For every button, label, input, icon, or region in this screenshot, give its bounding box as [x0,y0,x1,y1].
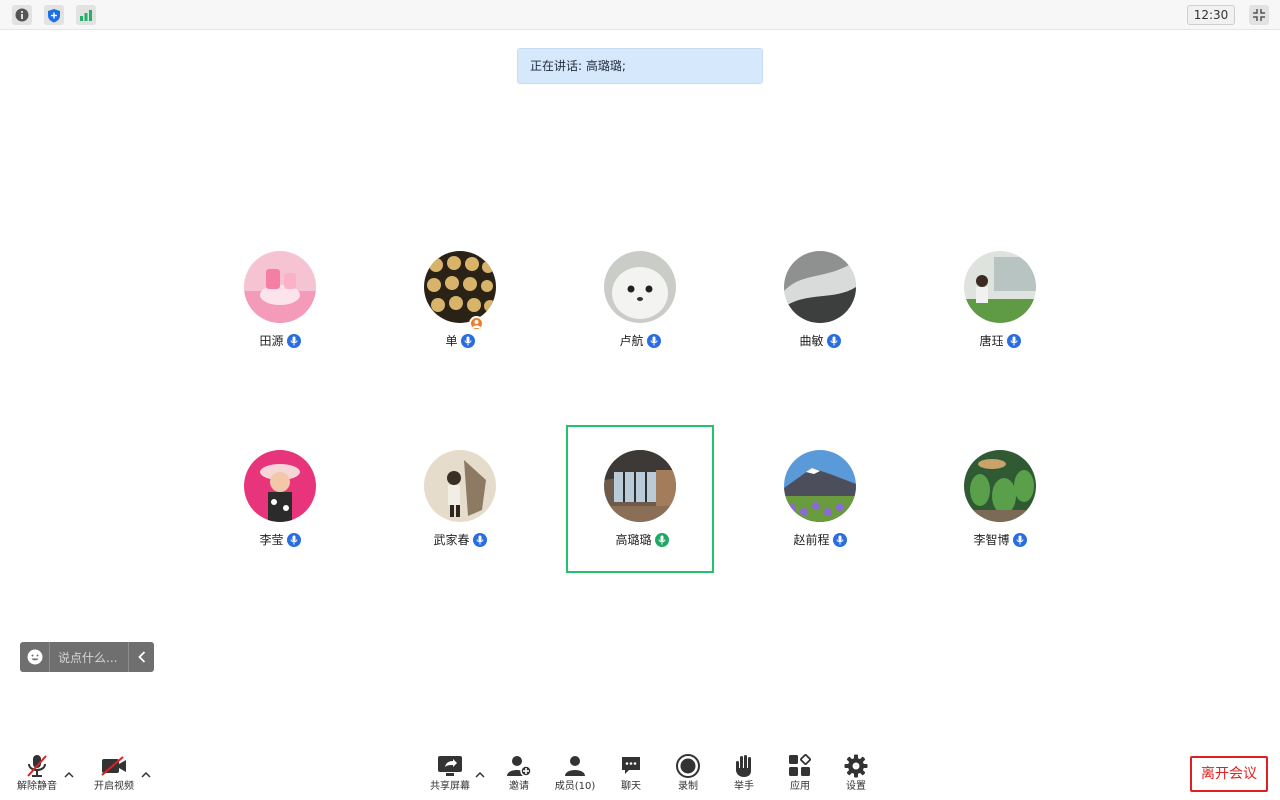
record-label: 录制 [678,781,698,792]
participant-tile[interactable]: 单 [386,226,534,374]
mic-icon [832,533,847,547]
chat-placeholder[interactable]: 说点什么... [50,649,128,666]
avatar [784,450,856,522]
avatar [604,251,676,323]
record-button[interactable]: 录制 [672,754,704,794]
mic-icon [472,533,487,547]
raise-hand-button[interactable]: 举手 [728,754,760,794]
participant-name: 田源 [259,334,284,348]
share-screen-label: 共享屏幕 [430,781,470,792]
emoji-icon[interactable] [20,642,50,672]
participant-name: 武家春 [433,533,470,547]
chevron-left-icon[interactable] [128,642,154,672]
mic-icon [646,334,661,348]
unmute-label: 解除静音 [17,781,57,792]
apps-label: 应用 [790,781,810,792]
speaking-banner: 正在讲话: 高璐璐; [517,48,763,84]
avatar [964,450,1036,522]
name-row: 高璐璐 [568,532,716,548]
hand-icon [734,754,754,778]
video-off-icon [101,754,127,778]
settings-button[interactable]: 设置 [840,754,872,794]
participant-name: 李智博 [973,533,1010,547]
members-label: 成员(10) [554,781,596,792]
members-icon [563,754,587,778]
mic-icon [286,533,301,547]
participant-name: 单 [445,334,458,348]
participant-name: 高璐璐 [615,533,652,547]
avatar [244,251,316,323]
name-row: 武家春 [386,532,534,548]
participant-tile[interactable]: 李智博 [926,425,1074,573]
avatar [424,251,496,323]
invite-button[interactable]: 邀请 [502,754,536,794]
participant-tile[interactable]: 赵前程 [746,425,894,573]
mic-icon [826,334,841,348]
gear-icon [844,754,868,778]
participant-tile[interactable]: 卢航 [566,226,714,374]
participant-name: 唐珏 [979,334,1004,348]
name-row: 田源 [206,333,354,349]
name-row: 曲敏 [746,333,894,349]
name-row: 单 [386,333,534,349]
avatar [784,251,856,323]
participant-tile-active[interactable]: 高璐璐 [566,425,714,573]
participant-name: 卢航 [619,334,644,348]
record-icon [676,754,700,778]
start-video-label: 开启视频 [94,781,134,792]
participant-tile[interactable]: 李莹 [206,425,354,573]
mic-icon [460,334,475,348]
chevron-up-icon[interactable] [63,768,75,780]
info-icon[interactable] [12,5,32,25]
avatar [424,450,496,522]
participant-tile[interactable]: 武家春 [386,425,534,573]
apps-grid-icon [788,754,812,778]
leave-meeting-button[interactable]: 离开会议 [1190,756,1268,792]
shield-icon[interactable] [44,5,64,25]
mic-muted-icon [26,754,48,778]
unmute-button[interactable]: 解除静音 [14,754,60,794]
mic-icon [286,334,301,348]
chat-icon [620,754,642,778]
avatar [244,450,316,522]
participant-tile[interactable]: 田源 [206,226,354,374]
settings-label: 设置 [846,781,866,792]
apps-button[interactable]: 应用 [784,754,816,794]
chevron-up-icon[interactable] [474,768,486,780]
chat-quick-input[interactable]: 说点什么... [20,642,154,672]
name-row: 李智博 [926,532,1074,548]
avatar [604,450,676,522]
participant-name: 赵前程 [793,533,830,547]
chevron-up-icon[interactable] [140,768,152,780]
clock: 12:30 [1187,5,1235,25]
chat-label: 聊天 [621,781,641,792]
start-video-button[interactable]: 开启视频 [92,754,136,794]
name-row: 赵前程 [746,532,894,548]
participant-name: 曲敏 [799,334,824,348]
add-user-icon [507,754,531,778]
top-bar: 12:30 [0,0,1280,30]
share-screen-icon [437,754,463,778]
name-row: 卢航 [566,333,714,349]
participant-tile[interactable]: 曲敏 [746,226,894,374]
signal-icon[interactable] [76,5,96,25]
members-button[interactable]: 成员(10) [554,754,596,794]
share-screen-button[interactable]: 共享屏幕 [428,754,472,794]
name-row: 李莹 [206,532,354,548]
exit-fullscreen-icon[interactable] [1249,5,1269,25]
raise-hand-label: 举手 [734,781,754,792]
avatar [964,251,1036,323]
participant-tile[interactable]: 唐珏 [926,226,1074,374]
name-row: 唐珏 [926,333,1074,349]
host-icon [469,316,484,331]
mic-icon [1006,334,1021,348]
mic-icon [1012,533,1027,547]
chat-button[interactable]: 聊天 [616,754,646,794]
invite-label: 邀请 [509,781,529,792]
mic-speaking-icon [654,533,669,547]
participant-name: 李莹 [259,533,284,547]
